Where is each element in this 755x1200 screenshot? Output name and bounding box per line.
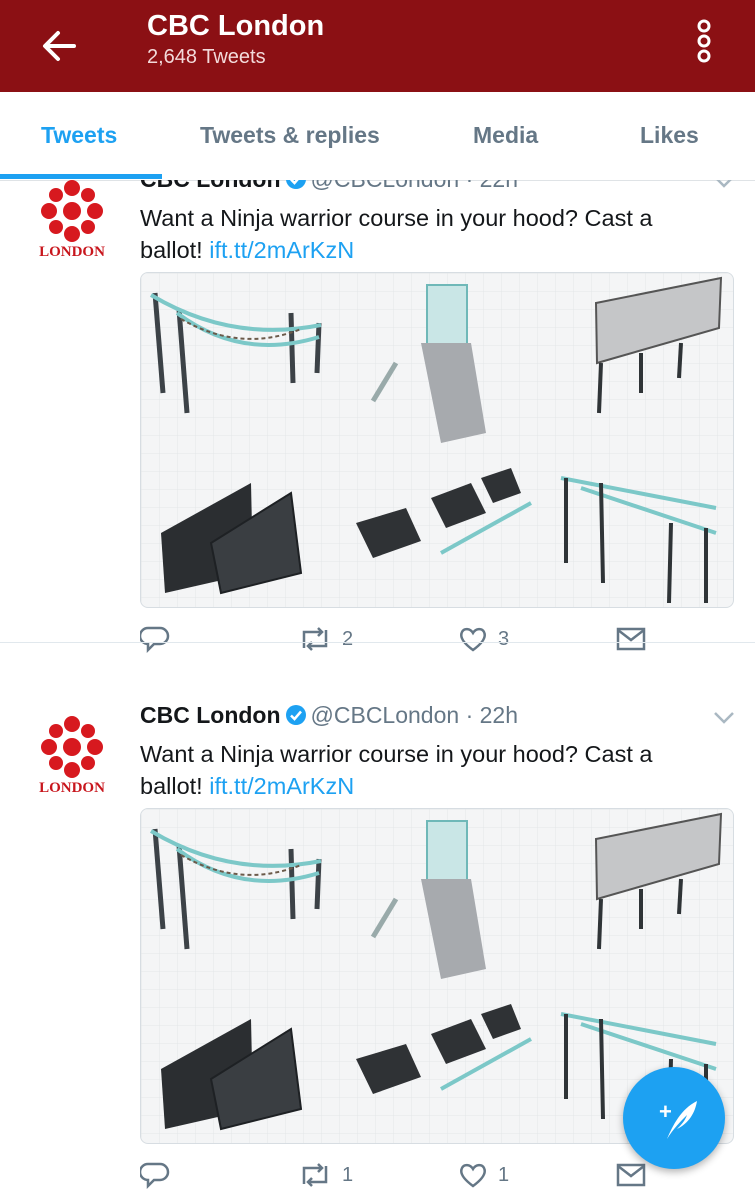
- tweet-text: Want a Ninja warrior course in your hood…: [140, 738, 700, 802]
- like-count: 1: [498, 1163, 510, 1186]
- retweet-count: 1: [342, 1163, 354, 1186]
- profile-tabs: Tweets Tweets & replies Media Likes: [0, 92, 755, 181]
- tweet-count: 2,648 Tweets: [147, 46, 266, 68]
- overflow-vertical-icon: [697, 19, 711, 63]
- retweet-icon: [302, 627, 328, 651]
- like-count: 3: [498, 627, 510, 650]
- chevron-down-icon[interactable]: [712, 710, 736, 726]
- svg-text:LONDON: LONDON: [39, 244, 105, 260]
- retweet-button[interactable]: 1: [298, 1160, 353, 1190]
- tweet-item[interactable]: LONDON CBC London @CBCLondon · 22h Want a…: [0, 180, 755, 654]
- compose-tweet-icon: +: [659, 1099, 697, 1139]
- tweet-media-image[interactable]: [140, 272, 734, 608]
- ninja-course-illustration: [141, 273, 733, 607]
- app-header: CBC London 2,648 Tweets: [0, 0, 755, 92]
- tab-tweets[interactable]: Tweets: [41, 122, 117, 149]
- tweet-time: 22h: [480, 180, 518, 192]
- retweet-button[interactable]: 2: [298, 624, 353, 654]
- separator-dot: ·: [465, 702, 474, 728]
- tweet-header: CBC London @CBCLondon · 22h: [140, 180, 518, 193]
- heart-icon: [460, 627, 486, 652]
- compose-tweet-button[interactable]: +: [623, 1067, 725, 1169]
- tab-likes[interactable]: Likes: [640, 122, 699, 149]
- cbc-logo-icon: LONDON: [39, 180, 105, 260]
- tweet-time: 22h: [479, 702, 519, 728]
- tweet-text: Want a Ninja warrior course in your hood…: [140, 202, 700, 266]
- svg-text:+: +: [659, 1099, 672, 1124]
- reply-icon: [140, 626, 170, 654]
- chevron-down-icon[interactable]: [712, 180, 736, 190]
- tweet-link[interactable]: ift.tt/2mArKzN: [209, 773, 354, 799]
- like-button[interactable]: 1: [458, 1160, 509, 1190]
- heart-icon: [460, 1163, 486, 1188]
- svg-text:LONDON: LONDON: [39, 780, 105, 796]
- like-button[interactable]: 3: [458, 624, 509, 654]
- author-handle: @CBCLondon: [311, 180, 460, 192]
- tweet-feed[interactable]: LONDON CBC London @CBCLondon · 22h Want a…: [0, 180, 755, 1200]
- profile-title: CBC London: [147, 10, 325, 42]
- envelope-icon: [616, 627, 646, 651]
- avatar[interactable]: LONDON: [30, 180, 114, 260]
- tab-tweets-replies[interactable]: Tweets & replies: [200, 122, 380, 149]
- direct-message-button[interactable]: [616, 624, 646, 654]
- active-tab-indicator: [0, 174, 162, 179]
- verified-badge-icon: [285, 705, 306, 725]
- avatar[interactable]: LONDON: [30, 712, 114, 796]
- author-name[interactable]: CBC London: [140, 180, 281, 192]
- author-handle: @CBCLondon: [310, 702, 460, 728]
- back-button[interactable]: [36, 22, 84, 70]
- author-name[interactable]: CBC London: [140, 702, 281, 728]
- separator-dot: ·: [466, 180, 474, 192]
- tweet-link[interactable]: ift.tt/2mArKzN: [209, 237, 354, 263]
- retweet-icon: [302, 1163, 328, 1187]
- tweet-actions: 2 3: [140, 624, 740, 658]
- verified-badge-icon: [285, 180, 306, 189]
- reply-button[interactable]: [140, 1160, 170, 1190]
- retweet-count: 2: [342, 627, 354, 650]
- overflow-menu-button[interactable]: [684, 18, 724, 64]
- tab-media[interactable]: Media: [473, 122, 538, 149]
- arrow-left-icon: [43, 31, 76, 61]
- tweet-header: CBC London @CBCLondon · 22h: [140, 702, 518, 729]
- reply-icon: [140, 1162, 170, 1190]
- cbc-logo-icon: LONDON: [39, 716, 105, 796]
- tweet-divider: [0, 642, 755, 643]
- reply-button[interactable]: [140, 624, 170, 654]
